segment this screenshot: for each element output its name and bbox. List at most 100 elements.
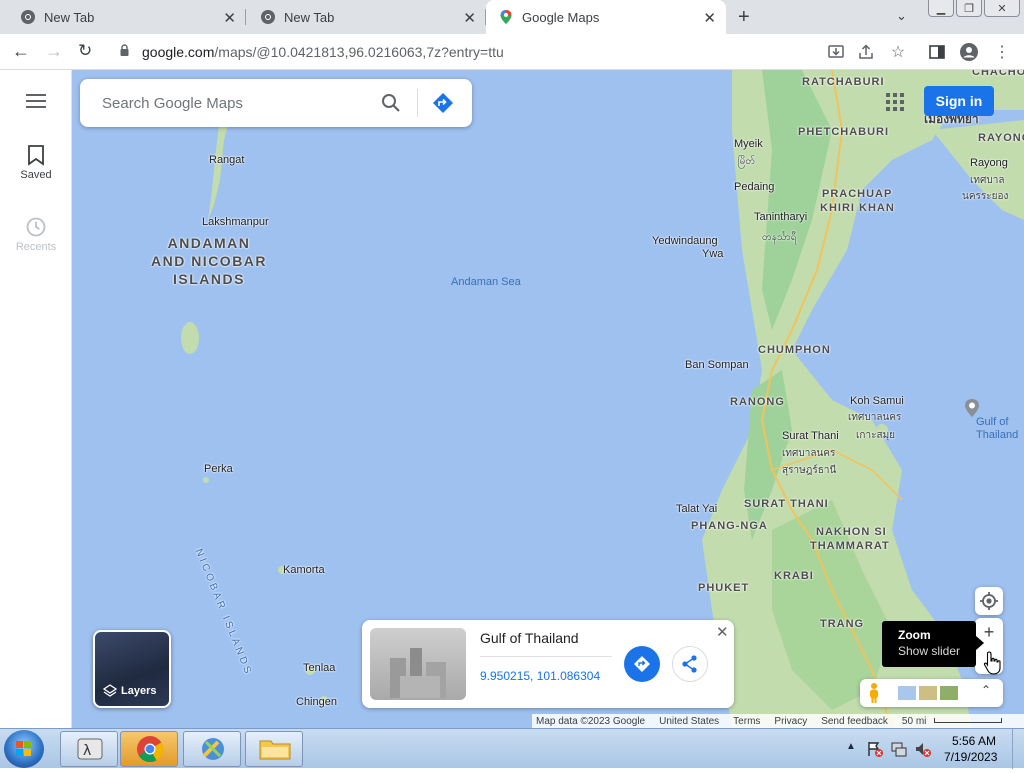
tab-title: New Tab [44, 9, 95, 25]
chrome-icon [21, 10, 35, 24]
windows-logo-icon [16, 741, 31, 756]
close-icon[interactable]: ✕ [223, 9, 236, 27]
taskbar-app-terminal[interactable]: λ [60, 731, 118, 767]
map-label-koh-samui: Koh Samui [850, 395, 904, 407]
sidebar-item-recents[interactable]: Recents [0, 216, 72, 253]
tooltip-title: Zoom [898, 628, 931, 642]
minimize-button[interactable]: ▁ [928, 0, 954, 17]
map-label-chingen: Chingen [296, 696, 337, 708]
chrome-menu-icon[interactable]: ⋮ [992, 42, 1012, 62]
privacy-link[interactable]: Privacy [774, 716, 807, 727]
sidebar-item-saved[interactable]: Saved [0, 144, 72, 181]
zoom-tooltip: Zoom Show slider [882, 621, 984, 667]
share-icon [682, 655, 697, 673]
taskbar-clock[interactable]: 5:56 AM 7/19/2023 [944, 733, 997, 765]
tab-google-maps[interactable]: Google Maps ✕ [486, 0, 726, 34]
sidebar-item-label: Recents [15, 241, 57, 253]
scale-bar[interactable] [934, 718, 1002, 723]
taskbar-app-tools[interactable] [183, 731, 241, 767]
place-card[interactable]: Gulf of Thailand 9.950215, 101.086304 ✕ [362, 620, 734, 708]
side-panel-icon[interactable] [927, 42, 947, 62]
tab-new-tab-1[interactable]: New Tab ✕ [0, 0, 246, 34]
close-icon[interactable]: ✕ [703, 9, 716, 27]
profile-avatar-icon[interactable] [959, 42, 979, 62]
window-controls: ▁ ❐ ✕ [928, 0, 1020, 17]
reload-icon[interactable]: ↻ [78, 41, 92, 61]
place-pin-icon[interactable] [962, 398, 982, 418]
map-label-rayong-th2: นครระยอง [962, 191, 1009, 202]
bookmark-star-icon[interactable]: ☆ [888, 42, 908, 62]
map-data-credit: Map data ©2023 Google [536, 715, 646, 727]
windows-taskbar: λ ▲ 5:56 AM 7/19/2023 [0, 728, 1024, 769]
action-center-flag-icon[interactable] [866, 740, 884, 758]
terms-link[interactable]: Terms [733, 716, 760, 727]
map-layer-thumbnails[interactable] [898, 686, 960, 700]
volume-muted-icon[interactable] [914, 740, 932, 758]
address-bar[interactable]: google.com/maps/@10.0421813,96.0216063,7… [108, 37, 918, 67]
maps-pin-icon [500, 10, 512, 24]
url-host: google.com [142, 44, 215, 60]
place-thumbnail[interactable] [370, 628, 466, 700]
lambda-app-icon: λ [77, 738, 103, 760]
map-label-gulf-1: Gulf of [976, 416, 1009, 428]
back-arrow-icon[interactable]: ← [12, 41, 30, 62]
maximize-button[interactable]: ❐ [956, 0, 982, 17]
share-icon[interactable] [856, 42, 876, 62]
taskbar-app-explorer[interactable] [245, 731, 303, 767]
sign-in-button[interactable]: Sign in [924, 86, 994, 116]
tools-app-icon [202, 738, 224, 760]
browser-toolbar: ← → ↻ google.com/maps/@10.0421813,96.021… [0, 34, 1024, 70]
google-apps-icon[interactable] [886, 93, 904, 111]
map-label-prachuap-1: PRACHUAP [822, 188, 893, 200]
network-icon[interactable] [890, 740, 908, 758]
my-location-icon [980, 592, 998, 610]
tab-new-tab-2[interactable]: New Tab ✕ [246, 0, 486, 34]
share-button[interactable] [672, 646, 708, 682]
search-icon[interactable] [380, 92, 402, 114]
tab-search-chevron-icon[interactable]: ⌄ [896, 8, 907, 24]
map-options-bar: ⌃ [860, 679, 1003, 707]
expand-chevron-up-icon[interactable]: ⌃ [981, 683, 991, 697]
install-app-icon[interactable] [826, 42, 846, 62]
map-label-chumphon: CHUMPHON [758, 344, 831, 356]
layers-icon [103, 684, 117, 697]
svg-text:λ: λ [83, 743, 91, 759]
close-icon[interactable]: ✕ [463, 9, 476, 27]
map-label-koh-samui-th2: เกาะสมุย [856, 430, 896, 441]
map-label-prachuap-2: KHIRI KHAN [820, 202, 895, 214]
map-label-yedwindaung: Yedwindaung [652, 235, 718, 247]
layers-label: Layers [121, 685, 157, 697]
scale-label[interactable]: 50 mi [902, 716, 926, 727]
chrome-icon [137, 736, 164, 763]
map-label-lakshmanpur: Lakshmanpur [202, 216, 269, 228]
map-label-tanintharyi-my: တနင်္သာရီ [762, 232, 797, 243]
map-label-ywa: Ywa [702, 248, 724, 260]
directions-icon[interactable] [432, 92, 454, 114]
close-icon[interactable]: ✕ [716, 623, 729, 641]
map-label-perka: Perka [204, 463, 233, 475]
lock-icon[interactable] [120, 44, 129, 57]
map-label-ratchaburi: RATCHABURI [802, 76, 885, 88]
my-location-button[interactable] [975, 587, 1003, 615]
forward-arrow-icon[interactable]: → [45, 41, 63, 62]
hamburger-menu-icon[interactable] [26, 94, 46, 112]
search-input[interactable] [102, 91, 362, 115]
pegman-icon[interactable] [866, 682, 882, 704]
region-link[interactable]: United States [659, 716, 719, 727]
bookmark-icon [28, 145, 44, 166]
tab-title: New Tab [284, 9, 335, 25]
new-tab-button[interactable]: + [738, 6, 750, 29]
place-coordinates[interactable]: 9.950215, 101.086304 [480, 669, 600, 683]
show-desktop-button[interactable] [1012, 729, 1024, 769]
place-photo [390, 648, 446, 698]
taskbar-app-chrome[interactable] [120, 731, 178, 767]
map-label-andaman-sea: Andaman Sea [451, 276, 521, 288]
directions-button[interactable] [624, 646, 660, 682]
layers-button[interactable]: Layers [93, 630, 171, 708]
map-label-ranong: RANONG [730, 396, 785, 408]
map-label-myeik-my: မြိတ် [738, 156, 756, 167]
send-feedback-link[interactable]: Send feedback [821, 716, 888, 727]
start-button[interactable] [4, 730, 44, 768]
window-close-button[interactable]: ✕ [984, 0, 1020, 17]
tray-chevron-up-icon[interactable]: ▲ [846, 741, 856, 752]
